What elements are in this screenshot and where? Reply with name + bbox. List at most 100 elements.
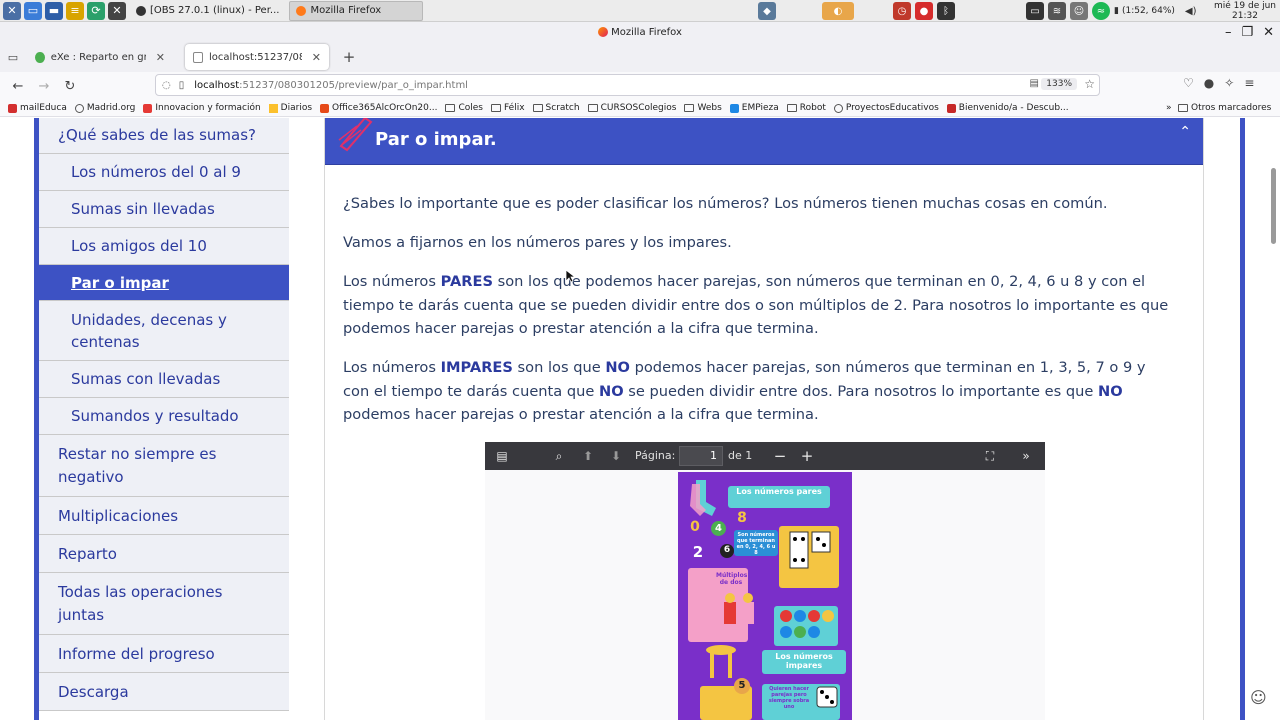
bookmarks-overflow-icon[interactable]: » [1166, 103, 1172, 113]
battery-icon[interactable]: ▮ [1114, 6, 1119, 16]
sidebar-item-par-impar[interactable]: Par o impar [39, 265, 289, 301]
collapse-chevron-icon[interactable]: ⌃ [1179, 124, 1191, 140]
next-page-icon[interactable]: ⬇ [607, 447, 625, 465]
spotify-icon[interactable]: ≈ [1092, 2, 1110, 20]
sidebar-item-restar[interactable]: Restar no siempre es negativo [39, 435, 289, 497]
accessibility-icon[interactable]: ☺ [1070, 2, 1088, 20]
tracking-shield-icon[interactable]: ◌ [162, 80, 171, 91]
volume-icon[interactable]: ◀) [1185, 6, 1197, 17]
forward-icon[interactable]: → [32, 74, 56, 98]
desktop-icon[interactable]: ▭ [24, 1, 42, 20]
bluetooth-icon[interactable]: ᛒ [937, 2, 955, 20]
record-icon[interactable]: ● [915, 2, 933, 20]
tab-exe[interactable]: eXe : Reparto en grupos ✕ [27, 44, 173, 70]
bookmark-item[interactable]: Diarios [268, 103, 313, 113]
bookmark-folder[interactable]: Scratch [532, 103, 580, 113]
bookmark-item[interactable]: mailEduca [8, 103, 67, 113]
folder-icon [445, 104, 456, 112]
bookmark-folder[interactable]: Webs [684, 103, 722, 113]
page-info-icon[interactable]: ▯ [179, 80, 185, 91]
sidebar-item-numeros-0-9[interactable]: Los números del 0 al 9 [39, 154, 289, 191]
page-scrollbar[interactable] [1271, 168, 1276, 244]
firefox-logo-icon [598, 27, 609, 37]
globe-icon [74, 103, 84, 113]
zoom-level[interactable]: 133% [1041, 78, 1077, 90]
sidebar-item-descarga[interactable]: Descarga [39, 673, 289, 711]
bookmark-item[interactable]: Office365AlcOrcOn20... [320, 103, 437, 113]
minimize-icon[interactable]: – [1225, 25, 1232, 40]
bookmark-item[interactable]: Innovacion y formación [143, 103, 261, 113]
zoom-in-icon[interactable]: + [798, 447, 816, 465]
page-number-input[interactable]: 1 [679, 446, 723, 466]
bookmark-folder-other[interactable]: Otros marcadores [1178, 103, 1271, 113]
bookmark-icon [729, 103, 739, 113]
timer-icon[interactable]: ◷ [893, 2, 911, 20]
url-text[interactable]: localhost:51237/080301205/preview/par_o_… [194, 80, 468, 91]
bookmark-item[interactable]: Madrid.org [74, 103, 135, 113]
sidebar-item-reparto[interactable]: Reparto [39, 535, 289, 573]
sidebar-item-label: Reparto [58, 544, 117, 563]
task-obs-label: [OBS 27.0.1 (linux) - Per... [150, 5, 280, 16]
task-firefox[interactable]: Mozilla Firefox [289, 0, 424, 21]
account-icon[interactable]: ● [1204, 76, 1214, 90]
bookmark-folder[interactable]: Félix [490, 103, 525, 113]
fish-icon[interactable]: ◐ [822, 2, 854, 20]
previous-page-icon[interactable]: ⬆ [579, 447, 597, 465]
sidebar-item-sumas-con-llevadas[interactable]: Sumas con llevadas [39, 361, 289, 398]
extensions-icon[interactable]: ✧ [1224, 76, 1234, 90]
sidebar-item-que-sabes[interactable]: ¿Qué sabes de las sumas? [39, 118, 289, 154]
bookmark-item[interactable]: EMPieza [729, 103, 779, 113]
clock[interactable]: mié 19 de jun 21:32 [1214, 1, 1276, 21]
close-tab-icon[interactable]: ✕ [312, 51, 321, 64]
more-tools-icon[interactable]: » [1017, 447, 1035, 465]
tools-icon[interactable]: ✕ [108, 1, 126, 20]
fullscreen-icon[interactable]: ⛶ [981, 447, 999, 465]
tab-list-icon[interactable]: ▭ [2, 45, 24, 69]
close-tab-icon[interactable]: ✕ [156, 51, 165, 64]
notes-icon[interactable]: ≡ [66, 1, 84, 20]
app-menu-icon[interactable]: ≡ [1244, 76, 1254, 90]
reader-view-icon[interactable]: ▤ [1030, 78, 1039, 89]
tab-localhost[interactable]: localhost:51237/080301 ✕ [185, 44, 329, 70]
monitor-icon[interactable]: ▭ [1026, 2, 1044, 20]
new-tab-icon[interactable]: + [337, 45, 361, 69]
bookmark-label: Diarios [280, 103, 313, 113]
bookmark-folder[interactable]: Coles [445, 103, 483, 113]
terminal-icon[interactable]: ▬ [45, 1, 63, 20]
zoom-out-icon[interactable]: − [771, 447, 789, 465]
sidebar-item-multiplicaciones[interactable]: Multiplicaciones [39, 497, 289, 535]
menu-icon[interactable]: ✕ [3, 1, 21, 20]
bookmark-label: Robot [799, 103, 826, 113]
firefox-icon [296, 5, 307, 16]
sidebar-item-todas-operaciones[interactable]: Todas las operaciones juntas [39, 573, 289, 635]
maximize-icon[interactable]: ❐ [1241, 25, 1253, 40]
bookmark-item[interactable]: Bienvenido/a - Descub... [946, 103, 1069, 113]
number-four: 4 [715, 523, 722, 534]
sidebar-item-amigos-10[interactable]: Los amigos del 10 [39, 228, 289, 265]
sidebar-toggle-icon[interactable]: ▤ [493, 447, 511, 465]
search-icon[interactable]: ⌕ [550, 447, 568, 465]
url-bar[interactable]: ◌ ▯ localhost:51237/080301205/preview/pa… [155, 74, 1100, 96]
bookmark-star-icon[interactable]: ☆ [1084, 77, 1095, 91]
sidebar-item-label: Restar no siempre es negativo [58, 444, 217, 486]
task-obs[interactable]: [OBS 27.0.1 (linux) - Per... [130, 1, 285, 21]
sidebar-item-sumandos[interactable]: Sumandos y resultado [39, 398, 289, 435]
refresh-app-icon[interactable]: ⟳ [87, 1, 105, 20]
network-icon[interactable]: ≋ [1048, 2, 1066, 20]
back-icon[interactable]: ← [6, 74, 30, 98]
no-keyword: NO [605, 359, 630, 376]
bookmark-label: Innovacion y formación [155, 103, 261, 113]
sidebar-item-label: Descarga [58, 682, 129, 701]
sidebar-item-unidades[interactable]: Unidades, decenas y centenas [39, 301, 289, 361]
shield-icon[interactable]: ◆ [758, 2, 776, 20]
bookmark-folder[interactable]: CURSOSColegios [587, 103, 676, 113]
pocket-icon[interactable]: ♡ [1183, 76, 1194, 90]
sidebar-item-label: ¿Qué sabes de las sumas? [58, 126, 256, 144]
bookmark-folder[interactable]: Robot [786, 103, 826, 113]
reload-icon[interactable]: ↻ [58, 74, 82, 98]
assistant-icon[interactable]: ☺ [1250, 688, 1274, 710]
sidebar-item-sumas-sin-llevadas[interactable]: Sumas sin llevadas [39, 191, 289, 228]
sidebar-item-informe[interactable]: Informe del progreso [39, 635, 289, 673]
close-window-icon[interactable]: ✕ [1263, 25, 1274, 40]
bookmark-item[interactable]: ProyectosEducativos [833, 103, 939, 113]
